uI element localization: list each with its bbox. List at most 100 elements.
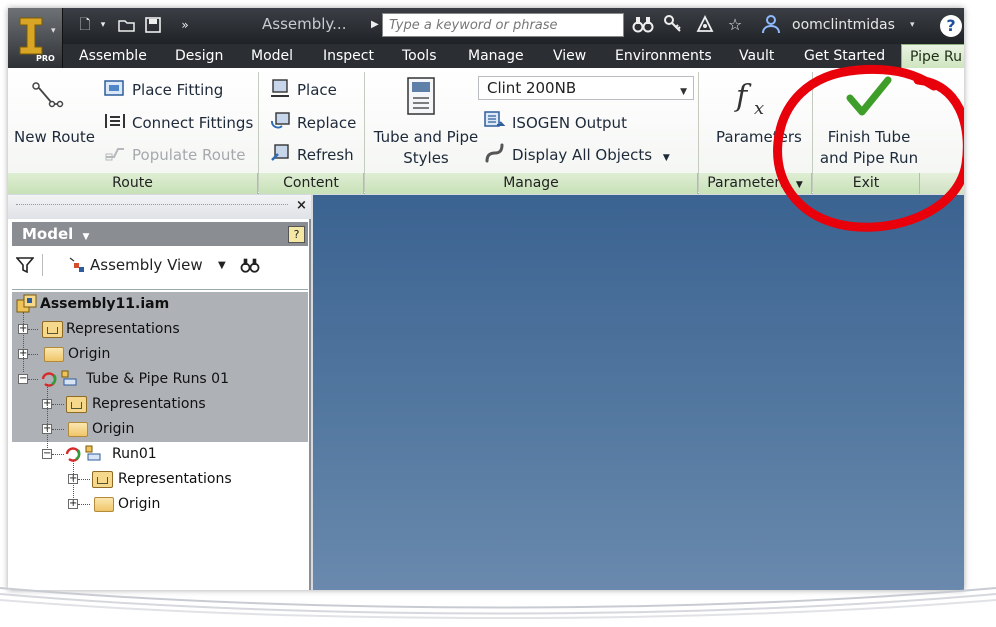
- tab-environments[interactable]: Environments: [615, 44, 712, 68]
- help-icon[interactable]: ?: [940, 15, 962, 37]
- find-binoculars-icon[interactable]: [240, 256, 260, 274]
- replace-content-icon: [271, 112, 290, 129]
- user-name[interactable]: oomclintmidas: [792, 17, 895, 33]
- application-menu-chevron-icon: ▾: [51, 26, 56, 36]
- tree-item-run01[interactable]: − Run01: [12, 442, 308, 467]
- document-title: Assembly...: [262, 15, 347, 33]
- collapse-minus-icon[interactable]: −: [18, 374, 28, 384]
- inventor-window: 🗋 ▾ » Assembly... ▶ Type a keyword or ph…: [8, 8, 964, 590]
- svg-text:f: f: [734, 79, 752, 114]
- browser-grip-bar[interactable]: ×: [8, 195, 311, 219]
- tree-item-representations[interactable]: + Representations: [12, 317, 308, 342]
- subscription-key-icon[interactable]: [662, 14, 684, 36]
- tree-item-label: Representations: [66, 321, 180, 337]
- tab-inspect[interactable]: Inspect: [323, 44, 374, 68]
- display-all-objects-button[interactable]: Display All Objects ▼: [512, 146, 670, 167]
- tree-item-tube-pipe-runs[interactable]: − Tube & Pipe Runs 01: [12, 367, 308, 392]
- tab-view[interactable]: View: [553, 44, 586, 68]
- place-fitting-icon: [104, 80, 124, 96]
- tab-tools[interactable]: Tools: [402, 44, 437, 68]
- svg-text:x: x: [754, 98, 764, 119]
- screenshot-stage: 🗋 ▾ » Assembly... ▶ Type a keyword or ph…: [0, 0, 996, 627]
- new-route-button[interactable]: New Route: [14, 128, 95, 146]
- save-icon[interactable]: [144, 16, 162, 34]
- user-menu-chevron-icon[interactable]: ▾: [910, 20, 915, 30]
- grip-lines: [16, 204, 288, 205]
- isogen-output-button[interactable]: ISOGEN Output: [512, 114, 627, 132]
- isogen-output-icon: [484, 111, 506, 127]
- toolbar-divider: [42, 254, 43, 276]
- graphics-viewport[interactable]: [313, 195, 964, 590]
- tube-and-pipe-styles-label-line1: Tube and Pipe: [373, 128, 479, 146]
- tree-item-label: Run01: [112, 446, 157, 462]
- browser-toolbar: Assembly View ▼: [12, 250, 308, 280]
- communication-center-icon[interactable]: [694, 14, 716, 36]
- tree-connector: [28, 329, 38, 330]
- tree-item-label: Representations: [118, 471, 232, 487]
- more-commands-icon[interactable]: »: [176, 16, 194, 34]
- help-search-input[interactable]: Type a keyword or phrase: [382, 13, 624, 37]
- browser-title-menu[interactable]: Model ▼: [22, 225, 89, 243]
- browser-header: Model ▼ ?: [12, 222, 308, 246]
- folder-icon: [94, 497, 114, 512]
- tree-item-origin[interactable]: + Origin: [12, 417, 308, 442]
- refresh-content-button[interactable]: Refresh: [297, 146, 354, 164]
- title-bar: 🗋 ▾ » Assembly... ▶ Type a keyword or ph…: [8, 8, 964, 44]
- chevron-down-icon[interactable]: ▼: [218, 260, 226, 271]
- tree-guide-line: [73, 460, 74, 498]
- connect-fittings-button[interactable]: Connect Fittings: [132, 114, 253, 132]
- collapse-minus-icon[interactable]: −: [42, 449, 52, 459]
- open-folder-icon[interactable]: [118, 16, 136, 34]
- tree-connector: [52, 429, 64, 430]
- tree-connector: [52, 454, 64, 455]
- tab-model[interactable]: Model: [251, 44, 293, 68]
- tree-item-label: Assembly11.iam: [40, 296, 170, 312]
- tree-item-representations[interactable]: + Representations: [12, 392, 308, 417]
- active-style-value: Clint 200NB: [487, 79, 577, 97]
- content-group-label: Content: [259, 173, 364, 194]
- binoculars-search-icon[interactable]: [632, 14, 654, 36]
- populate-route-button[interactable]: Populate Route: [132, 146, 246, 164]
- folder-icon: [68, 422, 88, 437]
- close-icon[interactable]: ×: [296, 198, 307, 213]
- representations-icon: [42, 321, 63, 338]
- tube-and-pipe-styles-label-line2: Styles: [403, 149, 449, 167]
- active-style-dropdown[interactable]: Clint 200NB ▼: [478, 76, 694, 100]
- tab-assemble[interactable]: Assemble: [79, 44, 147, 68]
- tab-design[interactable]: Design: [175, 44, 223, 68]
- tree-item-representations[interactable]: + Representations: [12, 467, 308, 492]
- browser-title-label: Model: [22, 225, 74, 243]
- tube-and-pipe-styles-button[interactable]: Tube and Pipe Styles: [370, 128, 482, 167]
- new-route-icon: [32, 82, 64, 108]
- folder-icon: [44, 347, 64, 362]
- model-tree: Assembly11.iam + Representations + Origi…: [12, 292, 308, 590]
- browser-view-label[interactable]: Assembly View: [90, 256, 203, 274]
- new-document-icon[interactable]: 🗋: [76, 16, 94, 34]
- browser-help-icon[interactable]: ?: [288, 226, 305, 243]
- favorites-star-icon[interactable]: ☆: [724, 14, 746, 36]
- annotation-circle: [773, 64, 964, 232]
- new-dropdown-icon[interactable]: ▾: [94, 16, 112, 34]
- tree-item-origin[interactable]: + Origin: [12, 342, 308, 367]
- route-group-label: Route: [8, 173, 258, 194]
- place-fitting-button[interactable]: Place Fitting: [132, 81, 223, 99]
- application-menu-button[interactable]: ▾ PRO: [8, 8, 63, 68]
- place-content-button[interactable]: Place: [297, 81, 337, 99]
- filter-icon[interactable]: [16, 256, 34, 274]
- user-account-icon[interactable]: [760, 14, 782, 36]
- refresh-content-icon: [271, 144, 289, 161]
- tree-item-assembly-root[interactable]: Assembly11.iam: [12, 292, 308, 317]
- model-browser: × Model ▼ ? Assembly View ▼ Assembly11.i…: [8, 195, 311, 590]
- expand-plus-icon[interactable]: +: [68, 499, 78, 509]
- tree-connector: [28, 379, 38, 380]
- document-tab-arrow-icon[interactable]: ▶: [371, 19, 379, 30]
- assembly-icon: [16, 294, 37, 313]
- representations-icon: [92, 471, 113, 488]
- tree-connector: [52, 404, 64, 405]
- chevron-down-icon: ▼: [680, 87, 687, 97]
- browser-toolbar-border: [12, 289, 308, 290]
- tab-manage[interactable]: Manage: [468, 44, 524, 68]
- pipe-runs-icon: [41, 370, 77, 387]
- tree-item-origin[interactable]: + Origin: [12, 492, 308, 517]
- replace-content-button[interactable]: Replace: [297, 114, 356, 132]
